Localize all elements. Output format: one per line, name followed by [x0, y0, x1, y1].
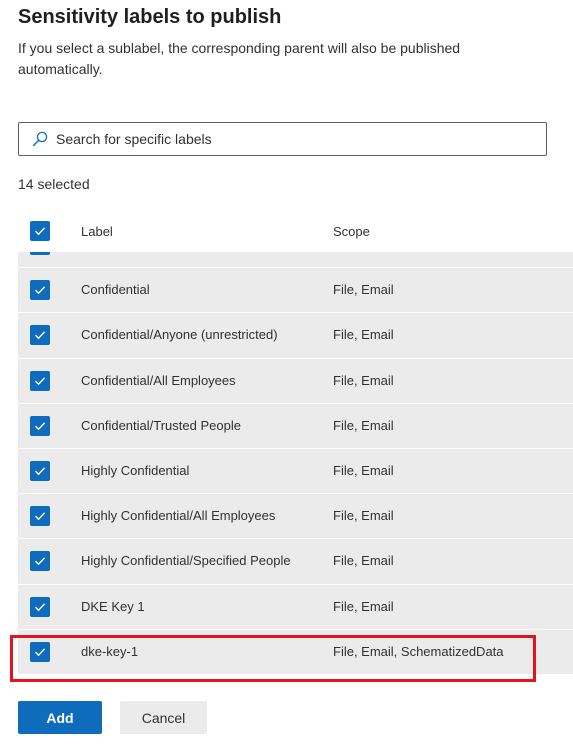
- row-scope: File, Email: [333, 417, 394, 433]
- table-row[interactable]: dke-key-1 File, Email, SchematizedData: [18, 629, 573, 675]
- row-checkbox[interactable]: [30, 370, 50, 391]
- row-label: Highly Confidential/Specified People: [81, 553, 291, 569]
- row-label: Highly Confidential/All Employees: [81, 508, 276, 524]
- table-row[interactable]: Confidential/Trusted People File, Email: [18, 403, 573, 449]
- panel-title: Sensitivity labels to publish: [18, 6, 282, 28]
- selected-count: 14 selected: [18, 176, 90, 192]
- checkmark-icon: [35, 602, 46, 611]
- row-scope: File, Email: [333, 508, 394, 524]
- row-checkbox[interactable]: [30, 415, 50, 436]
- table-row[interactable]: Confidential File, Email: [18, 268, 573, 314]
- row-scope: File, Email: [333, 327, 394, 343]
- row-label: Confidential/All Employees: [81, 372, 236, 388]
- labels-list[interactable]: General/All Employees (unrestricted)File…: [18, 252, 573, 681]
- table-row[interactable]: Highly Confidential/All Employees File, E…: [18, 494, 573, 540]
- row-label: Highly Confidential: [81, 462, 190, 478]
- row-scope: File, Email: [333, 462, 394, 478]
- row-checkbox[interactable]: [30, 506, 50, 527]
- row-label: DKE Key 1: [81, 598, 145, 614]
- row-label: Confidential/Anyone (unrestricted): [81, 327, 278, 343]
- row-checkbox[interactable]: [30, 551, 50, 572]
- row-scope: File, Email: [333, 598, 394, 614]
- search-input[interactable]: [56, 131, 546, 147]
- table-row[interactable]: General/All Employees (unrestricted)File…: [18, 252, 573, 269]
- row-checkbox[interactable]: [30, 641, 50, 662]
- column-header-label[interactable]: Label: [81, 224, 113, 239]
- checkmark-icon: [35, 331, 46, 340]
- row-checkbox[interactable]: [30, 252, 50, 255]
- row-scope: File, Email: [333, 372, 394, 388]
- checkmark-icon: [35, 467, 46, 476]
- table-row[interactable]: Highly Confidential/Specified People File…: [18, 539, 573, 585]
- table-row[interactable]: Highly Confidential File, Email: [18, 448, 573, 495]
- row-label: dke-key-1: [81, 643, 139, 659]
- row-scope: File, Email: [333, 553, 394, 569]
- row-label: Confidential/Trusted People: [81, 417, 241, 433]
- row-checkbox[interactable]: [30, 460, 50, 481]
- checkmark-icon: [35, 422, 46, 430]
- table-row[interactable]: Confidential/Anyone (unrestricted) File, …: [18, 313, 573, 359]
- search-icon: [32, 130, 50, 148]
- table-header: Label Scope: [18, 212, 573, 252]
- row-checkbox[interactable]: [30, 325, 50, 346]
- row-label: Confidential: [81, 282, 150, 298]
- checkmark-icon: [35, 227, 46, 236]
- row-scope: File, Email: [333, 282, 394, 298]
- cancel-button[interactable]: Cancel: [120, 701, 207, 734]
- checkmark-icon: [35, 512, 46, 521]
- row-checkbox[interactable]: [30, 596, 50, 617]
- checkmark-icon: [35, 648, 46, 656]
- column-header-scope[interactable]: Scope: [333, 224, 370, 239]
- table-row[interactable]: Confidential/All Employees File, Email: [18, 358, 573, 404]
- row-scope: File, Email, SchematizedData: [333, 643, 504, 659]
- checkmark-icon: [35, 557, 46, 566]
- add-button[interactable]: Add: [18, 701, 102, 734]
- row-checkbox[interactable]: [30, 280, 50, 301]
- labels-list-content: General/All Employees (unrestricted)File…: [18, 252, 573, 675]
- checkmark-icon: [35, 286, 46, 295]
- search-box[interactable]: [18, 122, 547, 156]
- select-all-checkbox[interactable]: [30, 221, 50, 241]
- table-row[interactable]: DKE Key 1 File, Email: [18, 584, 573, 630]
- checkmark-icon: [35, 376, 46, 385]
- panel-description: If you select a sublabel, the correspond…: [18, 40, 461, 77]
